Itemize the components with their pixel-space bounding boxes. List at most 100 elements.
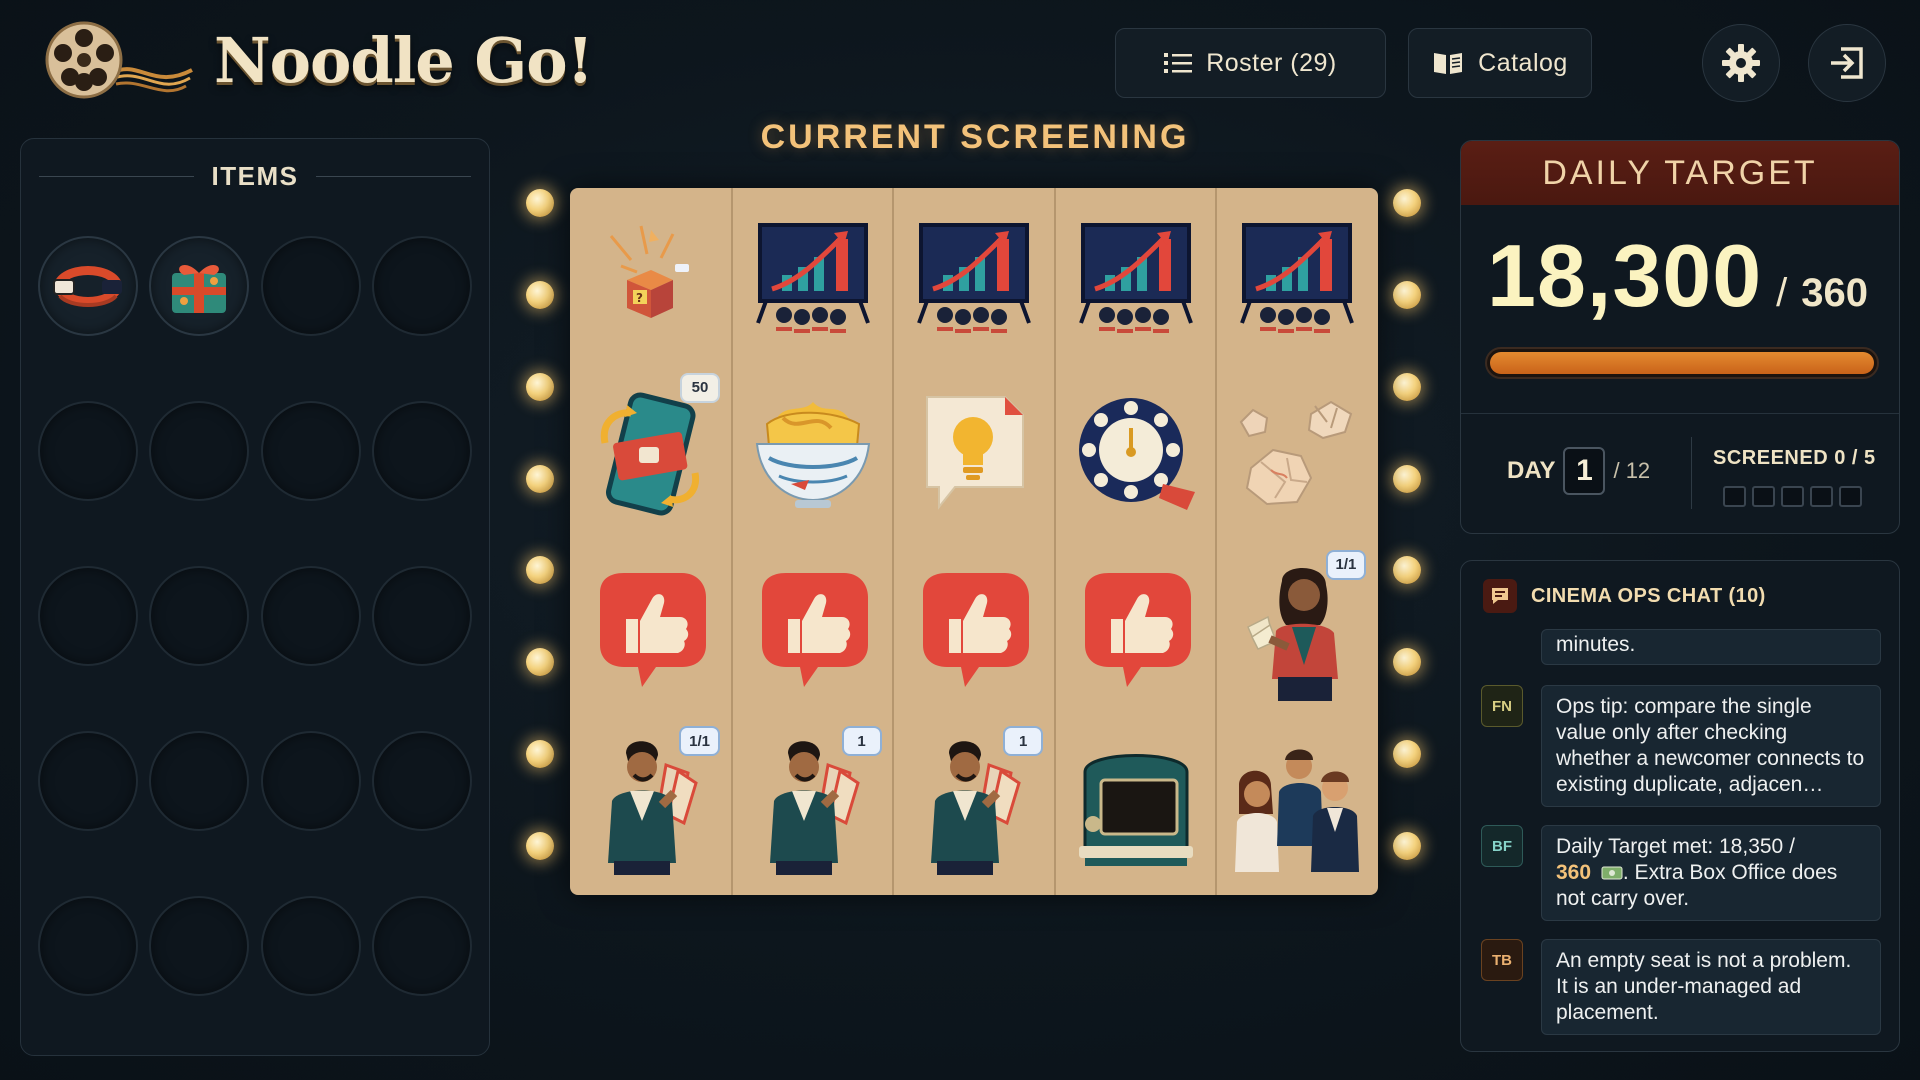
book-icon: [1434, 53, 1463, 74]
item-slot-empty[interactable]: [261, 236, 361, 336]
roster-button[interactable]: Roster (29): [1115, 28, 1386, 98]
roster-label: Roster (29): [1206, 48, 1337, 77]
cell-badge: 1/1: [1325, 549, 1367, 580]
marquee-bulb: [1393, 648, 1421, 676]
marquee-bulb: [1393, 465, 1421, 493]
item-slot-empty[interactable]: [149, 896, 249, 996]
screened-slot: [1752, 486, 1775, 507]
screening-cell[interactable]: [893, 542, 1055, 718]
settings-button[interactable]: [1702, 24, 1780, 102]
crumpled-paper-icon: [1227, 388, 1367, 518]
marquee-bulb: [526, 740, 554, 768]
chat-header: CINEMA OPS CHAT (10): [1483, 579, 1766, 613]
screening-cell[interactable]: [732, 542, 894, 718]
thumbs-up-icon: [748, 565, 878, 695]
chat-message: minutes.: [1541, 629, 1881, 665]
day-counter: DAY 1 / 12: [1507, 447, 1650, 495]
screening-cell[interactable]: 1: [732, 718, 894, 894]
marquee-bulb: [1393, 556, 1421, 584]
chat-title: CINEMA OPS CHAT (10): [1531, 584, 1766, 607]
chat-message-text: minutes.: [1556, 633, 1636, 656]
item-slot-empty[interactable]: [38, 566, 138, 666]
cell-badge: 1: [1003, 726, 1044, 757]
catalog-button[interactable]: Catalog: [1408, 28, 1592, 98]
screening-cell[interactable]: [1216, 188, 1378, 364]
item-slot-empty[interactable]: [372, 566, 472, 666]
target-current-value: 18,300: [1487, 226, 1763, 325]
screening-cell[interactable]: [1055, 718, 1217, 894]
screening-cell[interactable]: [893, 365, 1055, 541]
mystery-box-icon: ?: [591, 216, 711, 336]
screening-cell[interactable]: [1055, 365, 1217, 541]
thumbs-up-icon: [586, 565, 716, 695]
item-slot-empty[interactable]: [372, 896, 472, 996]
screening-cell[interactable]: [893, 188, 1055, 364]
item-slot-empty[interactable]: [261, 566, 361, 666]
marquee-bulb: [526, 373, 554, 401]
screening-cell[interactable]: [570, 542, 732, 718]
screening-cell[interactable]: 1/1: [570, 718, 732, 894]
target-progress-fill: [1490, 352, 1874, 374]
logout-icon: [1831, 47, 1863, 79]
screening-cell[interactable]: 1: [893, 718, 1055, 894]
item-slot-empty[interactable]: [149, 566, 249, 666]
marquee-bulb: [526, 281, 554, 309]
marquee-bulb: [1393, 740, 1421, 768]
marquee-bulb: [526, 832, 554, 860]
divider: [1691, 437, 1692, 509]
item-slot-empty[interactable]: [261, 731, 361, 831]
item-slot-empty[interactable]: [261, 896, 361, 996]
chat-bubble-icon: [1483, 579, 1517, 613]
screening-cell[interactable]: [732, 365, 894, 541]
svg-text:?: ?: [636, 291, 643, 305]
exit-button[interactable]: [1808, 24, 1886, 102]
marquee-bulb: [1393, 189, 1421, 217]
divider: [1461, 413, 1899, 414]
item-slot-empty[interactable]: [149, 401, 249, 501]
item-slot-empty[interactable]: [38, 731, 138, 831]
item-slot-empty[interactable]: [261, 401, 361, 501]
divider: [316, 176, 472, 177]
marquee-bulb: [526, 465, 554, 493]
film-reel-icon: [45, 21, 193, 99]
marquee-bulb: [526, 556, 554, 584]
screening-cell[interactable]: [732, 188, 894, 364]
screening-cell[interactable]: [1216, 365, 1378, 541]
cell-badge: 1/1: [679, 726, 720, 757]
cell-badge: 50: [680, 372, 720, 403]
item-slot-gift-box-item[interactable]: [149, 236, 249, 336]
item-slot-empty[interactable]: [372, 401, 472, 501]
screening-cell[interactable]: [1055, 188, 1217, 364]
screening-cell[interactable]: [1216, 718, 1378, 894]
thumbs-up-icon: [1071, 565, 1201, 695]
screening-cell[interactable]: 1/1: [1216, 542, 1378, 718]
marquee-bulb: [1393, 832, 1421, 860]
idea-bulb-icon: [909, 383, 1039, 523]
item-slot-empty[interactable]: [372, 236, 472, 336]
chat-message: Daily Target met: 18,350 / 360 . Extra B…: [1541, 825, 1881, 921]
day-total: / 12: [1613, 458, 1651, 483]
screening-cell[interactable]: ?: [570, 188, 732, 364]
chat-message-text: . Extra Box Office does not carry over.: [1556, 861, 1838, 910]
screening-cell[interactable]: 50: [570, 365, 732, 541]
screened-slot: [1810, 486, 1833, 507]
item-slot-wristband-item[interactable]: [38, 236, 138, 336]
screening-cell[interactable]: [1055, 542, 1217, 718]
friends-group-icon: [1227, 736, 1367, 876]
daily-target-title: DAILY TARGET: [1461, 141, 1899, 205]
screened-counter: SCREENED 0 / 5: [1713, 447, 1876, 507]
marquee-bulb: [526, 648, 554, 676]
wristband-icon: [50, 256, 126, 316]
item-slot-empty[interactable]: [38, 401, 138, 501]
marquee-bulb: [1393, 373, 1421, 401]
cash-icon: [1601, 866, 1623, 880]
item-slot-empty[interactable]: [149, 731, 249, 831]
chat-message-text: Ops tip: compare the single value only a…: [1556, 695, 1865, 796]
gear-icon: [1722, 44, 1760, 82]
item-slot-empty[interactable]: [38, 896, 138, 996]
growth-chart-icon: [1232, 211, 1362, 341]
retro-tv-icon: [1071, 736, 1201, 876]
item-slot-empty[interactable]: [372, 731, 472, 831]
day-value: 1: [1563, 447, 1606, 495]
items-title: ITEMS: [211, 161, 299, 191]
